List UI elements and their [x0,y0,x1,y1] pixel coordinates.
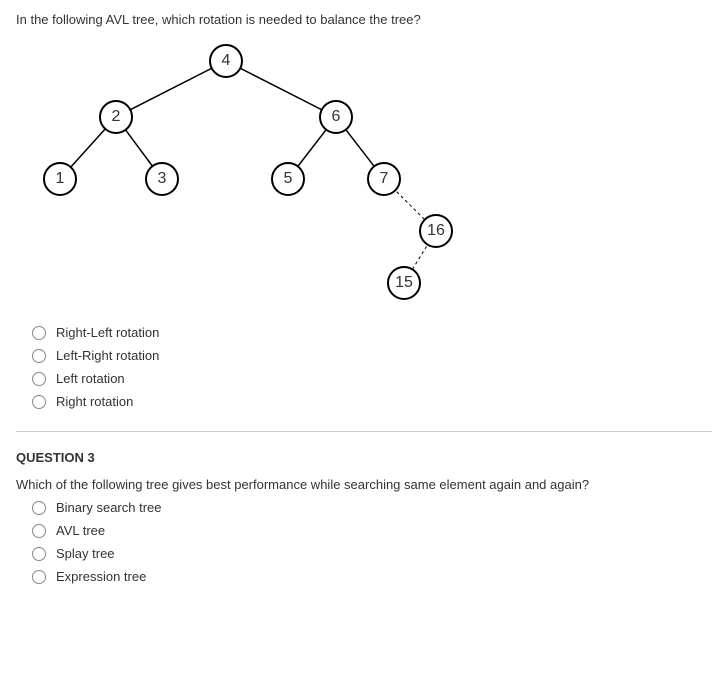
option-left-rotation[interactable]: Left rotation [32,371,712,386]
tree-node-4: 4 [209,44,243,78]
option-right-left-rotation[interactable]: Right-Left rotation [32,325,712,340]
option-label: Binary search tree [56,500,162,515]
radio-icon [32,372,46,386]
option-label: Left rotation [56,371,125,386]
option-binary-search-tree[interactable]: Binary search tree [32,500,712,515]
radio-icon [32,326,46,340]
radio-icon [32,547,46,561]
question3-text: Which of the following tree gives best p… [16,477,712,492]
option-label: Expression tree [56,569,146,584]
question3-heading: QUESTION 3 [16,450,712,465]
tree-node-1: 1 [43,162,77,196]
option-label: Splay tree [56,546,115,561]
tree-node-7: 7 [367,162,401,196]
radio-icon [32,501,46,515]
tree-node-3: 3 [145,162,179,196]
option-label: Right-Left rotation [56,325,159,340]
radio-icon [32,524,46,538]
question1-options: Right-Left rotation Left-Right rotation … [32,325,712,409]
option-label: Left-Right rotation [56,348,159,363]
radio-icon [32,349,46,363]
radio-icon [32,570,46,584]
tree-node-16: 16 [419,214,453,248]
tree-node-15: 15 [387,266,421,300]
option-label: AVL tree [56,523,105,538]
tree-node-2: 2 [99,100,133,134]
option-right-rotation[interactable]: Right rotation [32,394,712,409]
option-left-right-rotation[interactable]: Left-Right rotation [32,348,712,363]
option-splay-tree[interactable]: Splay tree [32,546,712,561]
option-label: Right rotation [56,394,133,409]
option-expression-tree[interactable]: Expression tree [32,569,712,584]
question3-options: Binary search tree AVL tree Splay tree E… [32,500,712,584]
section-divider [16,431,712,432]
question1-text: In the following AVL tree, which rotatio… [16,12,712,27]
option-avl-tree[interactable]: AVL tree [32,523,712,538]
tree-node-5: 5 [271,162,305,196]
radio-icon [32,395,46,409]
avl-tree-diagram: 4 2 6 1 3 5 7 16 15 [16,37,476,307]
tree-node-6: 6 [319,100,353,134]
